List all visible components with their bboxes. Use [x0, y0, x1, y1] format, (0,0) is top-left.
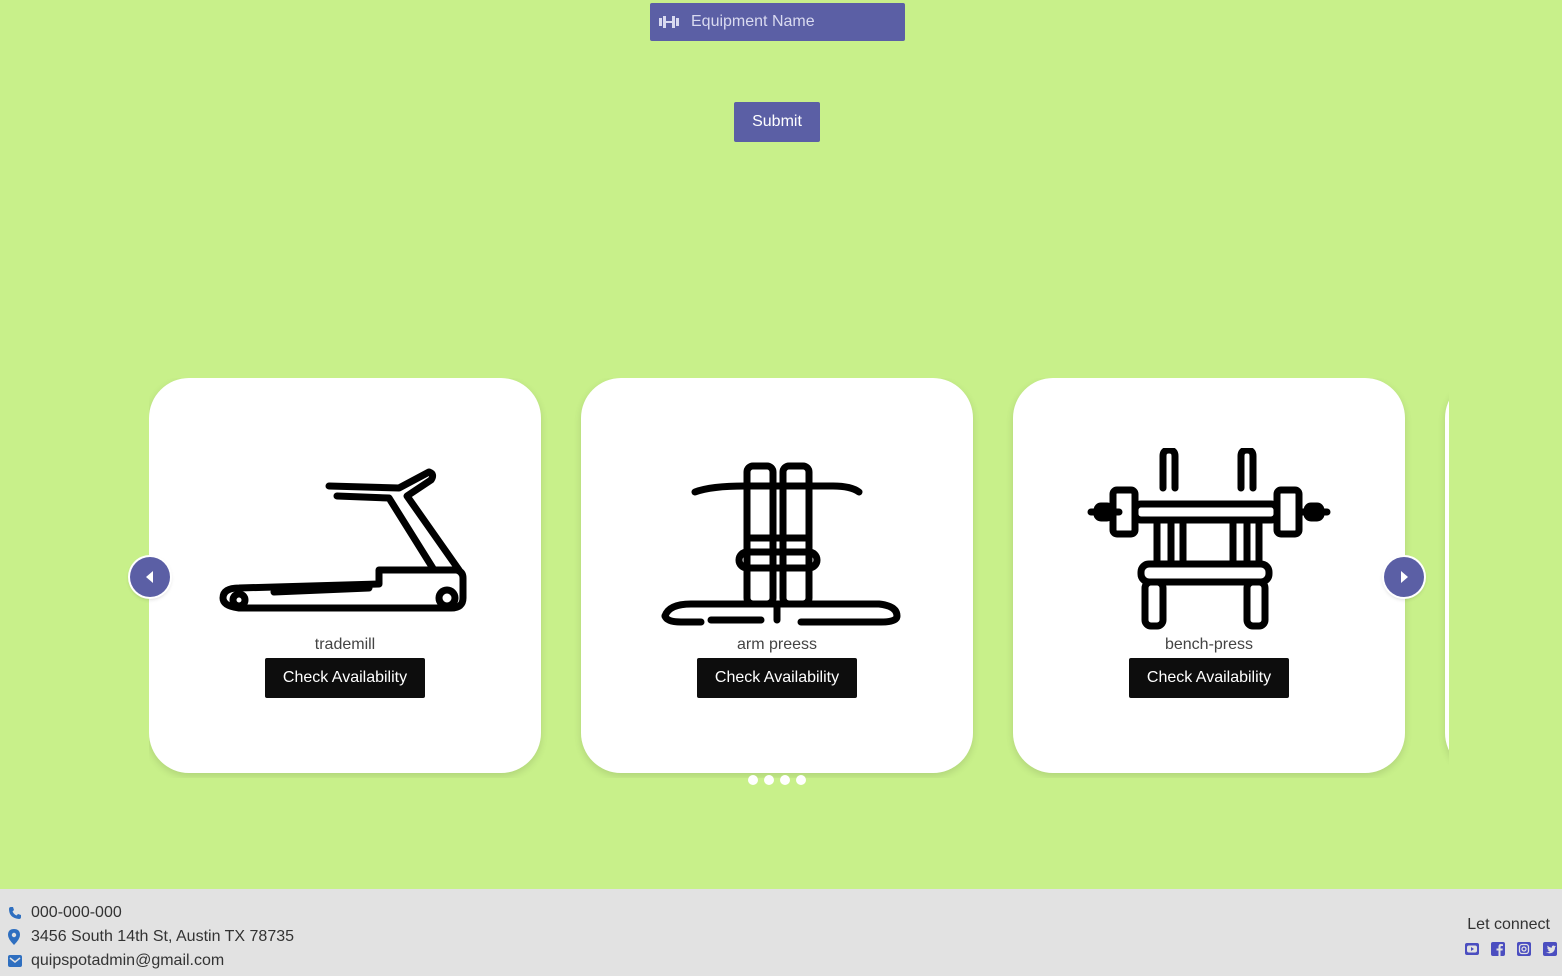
- footer: 000-000-000 3456 South 14th St, Austin T…: [0, 889, 1562, 976]
- check-availability-button[interactable]: Check Availability: [697, 658, 857, 698]
- dumbbell-icon: [658, 15, 680, 29]
- carousel-prev-button[interactable]: [130, 557, 170, 597]
- arm-press-icon: [661, 462, 901, 626]
- social-links: [1464, 941, 1558, 957]
- facebook-icon[interactable]: [1490, 941, 1506, 957]
- equipment-name-input[interactable]: [689, 12, 893, 32]
- equipment-name: arm preess: [736, 636, 818, 653]
- chevron-right-icon: [1401, 571, 1408, 583]
- submit-button[interactable]: Submit: [734, 102, 820, 142]
- contact-phone: 000-000-000: [8, 904, 122, 922]
- phone-text: 000-000-000: [31, 904, 122, 921]
- search-box[interactable]: [650, 3, 905, 41]
- phone-icon: [8, 905, 22, 921]
- check-availability-button[interactable]: Check Availability: [1129, 658, 1289, 698]
- equipment-name: bench-press: [1164, 636, 1254, 653]
- equipment-card: trademill Check Availability: [149, 378, 541, 773]
- contact-email: quipspotadmin@gmail.com: [8, 952, 224, 970]
- equipment-carousel: trademill Check Availability arm preess …: [149, 378, 1449, 778]
- carousel-dot[interactable]: [748, 775, 758, 785]
- contact-address: 3456 South 14th St, Austin TX 78735: [8, 928, 294, 946]
- twitter-icon[interactable]: [1542, 941, 1558, 957]
- youtube-icon[interactable]: [1464, 941, 1480, 957]
- check-availability-button[interactable]: Check Availability: [265, 658, 425, 698]
- instagram-icon[interactable]: [1516, 941, 1532, 957]
- carousel-next-button[interactable]: [1384, 557, 1424, 597]
- carousel-dot[interactable]: [796, 775, 806, 785]
- bench-press-icon: [1087, 448, 1331, 630]
- carousel-dot[interactable]: [780, 775, 790, 785]
- address-text: 3456 South 14th St, Austin TX 78735: [31, 928, 295, 945]
- equipment-card: bench-press Check Availability: [1013, 378, 1405, 773]
- treadmill-icon: [219, 468, 467, 612]
- email-text[interactable]: quipspotadmin@gmail.com: [31, 952, 224, 970]
- mail-icon: [8, 953, 22, 969]
- carousel-dot[interactable]: [764, 775, 774, 785]
- chevron-left-icon: [146, 571, 153, 583]
- equipment-card-partial: [1445, 378, 1449, 773]
- location-pin-icon: [8, 929, 22, 945]
- let-connect-label: Let connect: [1467, 916, 1550, 933]
- carousel-pagination: [748, 775, 806, 785]
- equipment-card: arm preess Check Availability: [581, 378, 973, 773]
- equipment-name: trademill: [314, 636, 376, 653]
